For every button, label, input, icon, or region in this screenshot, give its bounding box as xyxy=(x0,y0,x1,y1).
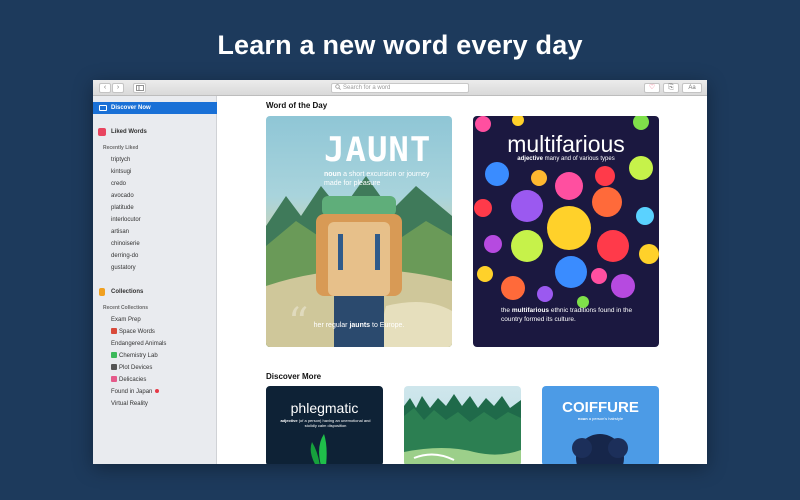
app-window: ‹ › Search for a word ♡ ⎘ Aa Discover No… xyxy=(93,80,707,464)
liked-word[interactable]: avocado xyxy=(93,190,217,202)
collection-label: Chemistry Lab xyxy=(119,353,158,359)
recently-liked-label: Recently Liked xyxy=(103,145,139,151)
collection-item[interactable]: Exam Prep xyxy=(93,314,217,326)
recent-collections-label: Recent Collections xyxy=(103,305,149,311)
collection-label: Virtual Reality xyxy=(111,401,148,407)
word-definition: noun a person's hairstyle xyxy=(542,416,659,421)
collection-label: Space Words xyxy=(119,329,155,335)
part-of-speech: adjective xyxy=(517,156,543,162)
bookmark-icon xyxy=(99,288,105,296)
font-size-button[interactable]: Aa xyxy=(682,83,702,93)
multifarious-card[interactable]: multifarious adjective many and of vario… xyxy=(473,116,659,347)
word-of-the-day-title: Word of the Day xyxy=(266,101,328,110)
collection-label: Plot Devices xyxy=(119,365,153,371)
part-of-speech: adjective xyxy=(280,418,298,423)
word-title: multifarious xyxy=(507,131,625,157)
collection-label: Delicacies xyxy=(119,377,147,383)
liked-word[interactable]: kintsugi xyxy=(93,166,217,178)
back-button[interactable]: ‹ xyxy=(99,83,111,93)
toggle-sidebar-button[interactable] xyxy=(133,83,146,93)
search-input[interactable]: Search for a word xyxy=(331,83,469,93)
share-button[interactable]: ⎘ xyxy=(663,83,679,93)
collection-label: Found in Japan xyxy=(111,389,153,395)
liked-word[interactable]: chinoiserie xyxy=(93,238,217,250)
sidebar-item-liked[interactable]: Liked Words xyxy=(93,126,217,138)
word-definition: noun a short excursion or journey made f… xyxy=(324,170,434,188)
example-word: jaunts xyxy=(349,322,371,329)
word-definition: adjective (of a person) having an unemot… xyxy=(278,418,373,428)
forest-card[interactable] xyxy=(404,386,521,464)
definition-text: (of a person) having an unemotional and … xyxy=(298,418,371,428)
hair-illustration xyxy=(572,434,628,464)
discover-more-title: Discover More xyxy=(266,372,322,381)
example-sentence: her regular jaunts to Europe. xyxy=(266,322,452,329)
sidebar-item-collections[interactable]: Collections xyxy=(93,286,217,298)
sidebar-item-label: Collections xyxy=(111,289,144,295)
main-content: Word of the Day “ JAUNT noun a short exc… xyxy=(218,96,707,464)
collection-item[interactable]: Chemistry Lab xyxy=(93,350,217,362)
liked-word[interactable]: gustatory xyxy=(93,262,217,274)
word-title: COIFFURE xyxy=(562,399,639,416)
definition-text: many and of various types xyxy=(544,156,615,162)
liked-word[interactable]: credo xyxy=(93,178,217,190)
example-post: to Europe. xyxy=(370,322,405,329)
phlegmatic-card[interactable]: phlegmatic adjective (of a person) havin… xyxy=(266,386,383,464)
word-title: phlegmatic xyxy=(290,400,359,416)
search-placeholder: Search for a word xyxy=(343,85,391,91)
part-of-speech: noun xyxy=(324,171,342,178)
part-of-speech: noun xyxy=(577,416,588,421)
collection-item[interactable]: Found in Japan xyxy=(93,386,217,398)
headline: Learn a new word every day xyxy=(217,30,583,60)
liked-word[interactable]: interlocutor xyxy=(93,214,217,226)
heart-icon xyxy=(98,128,106,136)
example-word: multifarious xyxy=(511,307,550,314)
sidebar-icon xyxy=(135,85,144,91)
collection-label: Endangered Animals xyxy=(111,341,167,347)
liked-word[interactable]: triptych xyxy=(93,154,217,166)
heart-icon: ♡ xyxy=(648,84,656,91)
liked-word[interactable]: derring-do xyxy=(93,250,217,262)
collection-item[interactable]: Plot Devices xyxy=(93,362,217,374)
film-icon xyxy=(111,364,117,370)
collection-item[interactable]: Virtual Reality xyxy=(93,398,217,410)
liked-word[interactable]: artisan xyxy=(93,226,217,238)
rocket-icon xyxy=(111,328,117,334)
coiffure-card[interactable]: COIFFURE noun a person's hairstyle xyxy=(542,386,659,464)
word-definition: adjective many and of various types xyxy=(473,156,659,162)
sidebar: Discover Now Liked Words Recently Liked … xyxy=(93,96,217,464)
example-pre: the xyxy=(501,307,512,314)
word-title: JAUNT xyxy=(324,130,432,170)
collection-item[interactable]: Delicacies xyxy=(93,374,217,386)
sushi-icon xyxy=(111,376,117,382)
collection-item[interactable]: Endangered Animals xyxy=(93,338,217,350)
example-pre: her regular xyxy=(313,322,350,329)
search-icon xyxy=(335,84,341,90)
like-button[interactable]: ♡ xyxy=(644,83,660,93)
collection-label: Exam Prep xyxy=(111,317,141,323)
forest-illustration xyxy=(404,394,521,464)
test-tube-icon xyxy=(111,352,117,358)
sidebar-item-discover[interactable]: Discover Now xyxy=(93,102,217,114)
sidebar-item-label: Liked Words xyxy=(111,129,147,135)
sidebar-item-label: Discover Now xyxy=(111,105,151,111)
collection-item[interactable]: Space Words xyxy=(93,326,217,338)
discover-icon xyxy=(99,105,107,111)
liked-word[interactable]: platitude xyxy=(93,202,217,214)
example-sentence: the multifarious ethnic traditions found… xyxy=(501,306,641,324)
share-icon: ⎘ xyxy=(668,84,674,91)
definition-text: a person's hairstyle xyxy=(588,416,624,421)
japan-flag-icon xyxy=(155,389,160,393)
forward-button[interactable]: › xyxy=(112,83,124,93)
jaunt-card[interactable]: “ JAUNT noun a short excursion or journe… xyxy=(266,116,452,347)
toolbar: ‹ › Search for a word ♡ ⎘ Aa xyxy=(93,80,707,96)
